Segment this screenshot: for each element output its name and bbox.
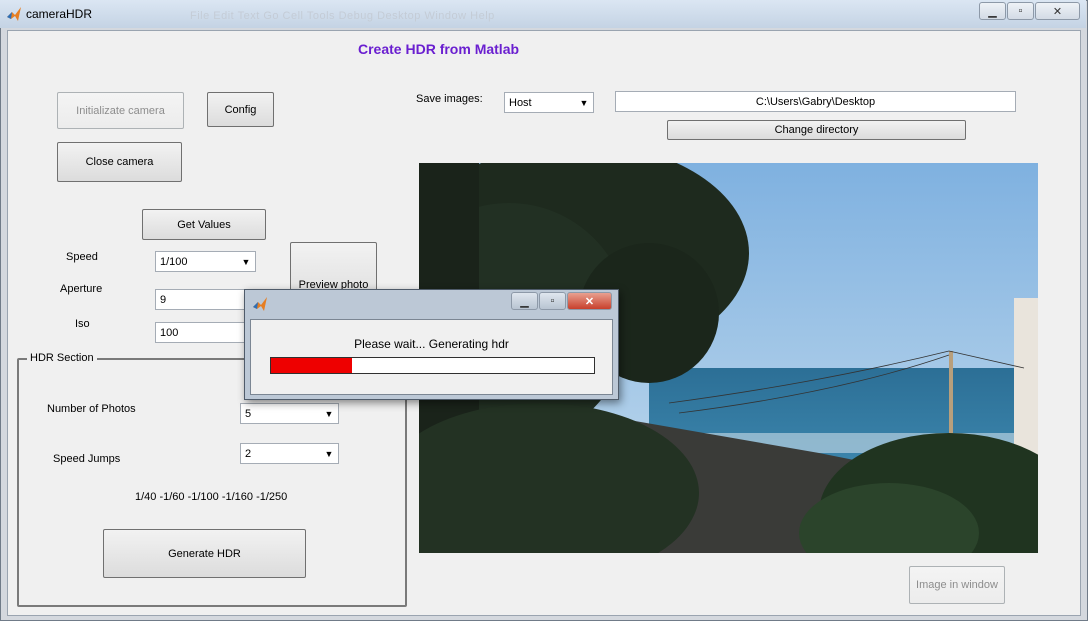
get-values-button[interactable]: Get Values: [142, 209, 266, 240]
save-location-value: Host: [509, 96, 532, 109]
initialize-camera-button[interactable]: Initializate camera: [57, 92, 184, 129]
progress-bar-fill: [271, 358, 352, 373]
image-in-window-button[interactable]: Image in window: [909, 566, 1005, 604]
change-directory-button[interactable]: Change directory: [667, 120, 966, 140]
close-icon: ✕: [1052, 5, 1063, 18]
speed-label: Speed: [66, 251, 98, 263]
matlab-icon: [7, 7, 21, 21]
dialog-maximize-button[interactable]: ▫: [539, 292, 566, 310]
speed-sequence-text: 1/40 -1/60 -1/100 -1/160 -1/250: [135, 491, 288, 503]
progress-message: Please wait... Generating hdr: [354, 337, 509, 351]
chevron-down-icon: ▼: [324, 448, 334, 459]
save-location-select[interactable]: Host ▼: [504, 92, 594, 113]
speed-jumps-value: 2: [245, 447, 252, 460]
generate-hdr-button[interactable]: Generate HDR: [103, 529, 306, 578]
matlab-icon: [253, 297, 267, 311]
close-button[interactable]: ✕: [1035, 2, 1080, 20]
iso-label: Iso: [75, 318, 90, 330]
title-bar[interactable]: [0, 0, 1086, 28]
minimize-icon: ▁: [520, 295, 529, 308]
hdr-section-title: HDR Section: [27, 352, 97, 364]
window-title: cameraHDR: [26, 7, 93, 21]
dialog-close-button[interactable]: ✕: [567, 292, 612, 310]
speed-select[interactable]: 1/100 ▼: [155, 251, 256, 272]
dialog-minimize-button[interactable]: ▁: [511, 292, 538, 310]
close-icon: ✕: [584, 295, 595, 308]
config-button[interactable]: Config: [207, 92, 274, 127]
chevron-down-icon: ▼: [324, 408, 334, 419]
minimize-icon: ▁: [988, 5, 997, 18]
aperture-label: Aperture: [60, 283, 103, 295]
number-of-photos-value: 5: [245, 407, 252, 420]
iso-field[interactable]: 100: [155, 322, 256, 343]
speed-value: 1/100: [160, 255, 188, 268]
directory-field[interactable]: C:\Users\Gabry\Desktop: [615, 91, 1016, 112]
minimize-button[interactable]: ▁: [979, 2, 1006, 20]
number-of-photos-label: Number of Photos: [47, 403, 136, 415]
progress-bar: [270, 357, 595, 374]
chevron-down-icon: ▼: [579, 97, 589, 108]
maximize-button[interactable]: ▫: [1007, 2, 1034, 20]
chevron-down-icon: ▼: [241, 256, 251, 267]
speed-jumps-select[interactable]: 2 ▼: [240, 443, 339, 464]
close-camera-button[interactable]: Close camera: [57, 142, 182, 182]
speed-jumps-label: Speed Jumps: [53, 453, 121, 465]
background-menu-ghost: File Edit Text Go Cell Tools Debug Deskt…: [190, 10, 495, 22]
page-title: Create HDR from Matlab: [358, 41, 520, 57]
number-of-photos-select[interactable]: 5 ▼: [240, 403, 339, 424]
maximize-icon: ▫: [550, 295, 555, 307]
save-images-label: Save images:: [416, 93, 483, 105]
maximize-icon: ▫: [1018, 5, 1023, 17]
aperture-field[interactable]: 9: [155, 289, 256, 310]
